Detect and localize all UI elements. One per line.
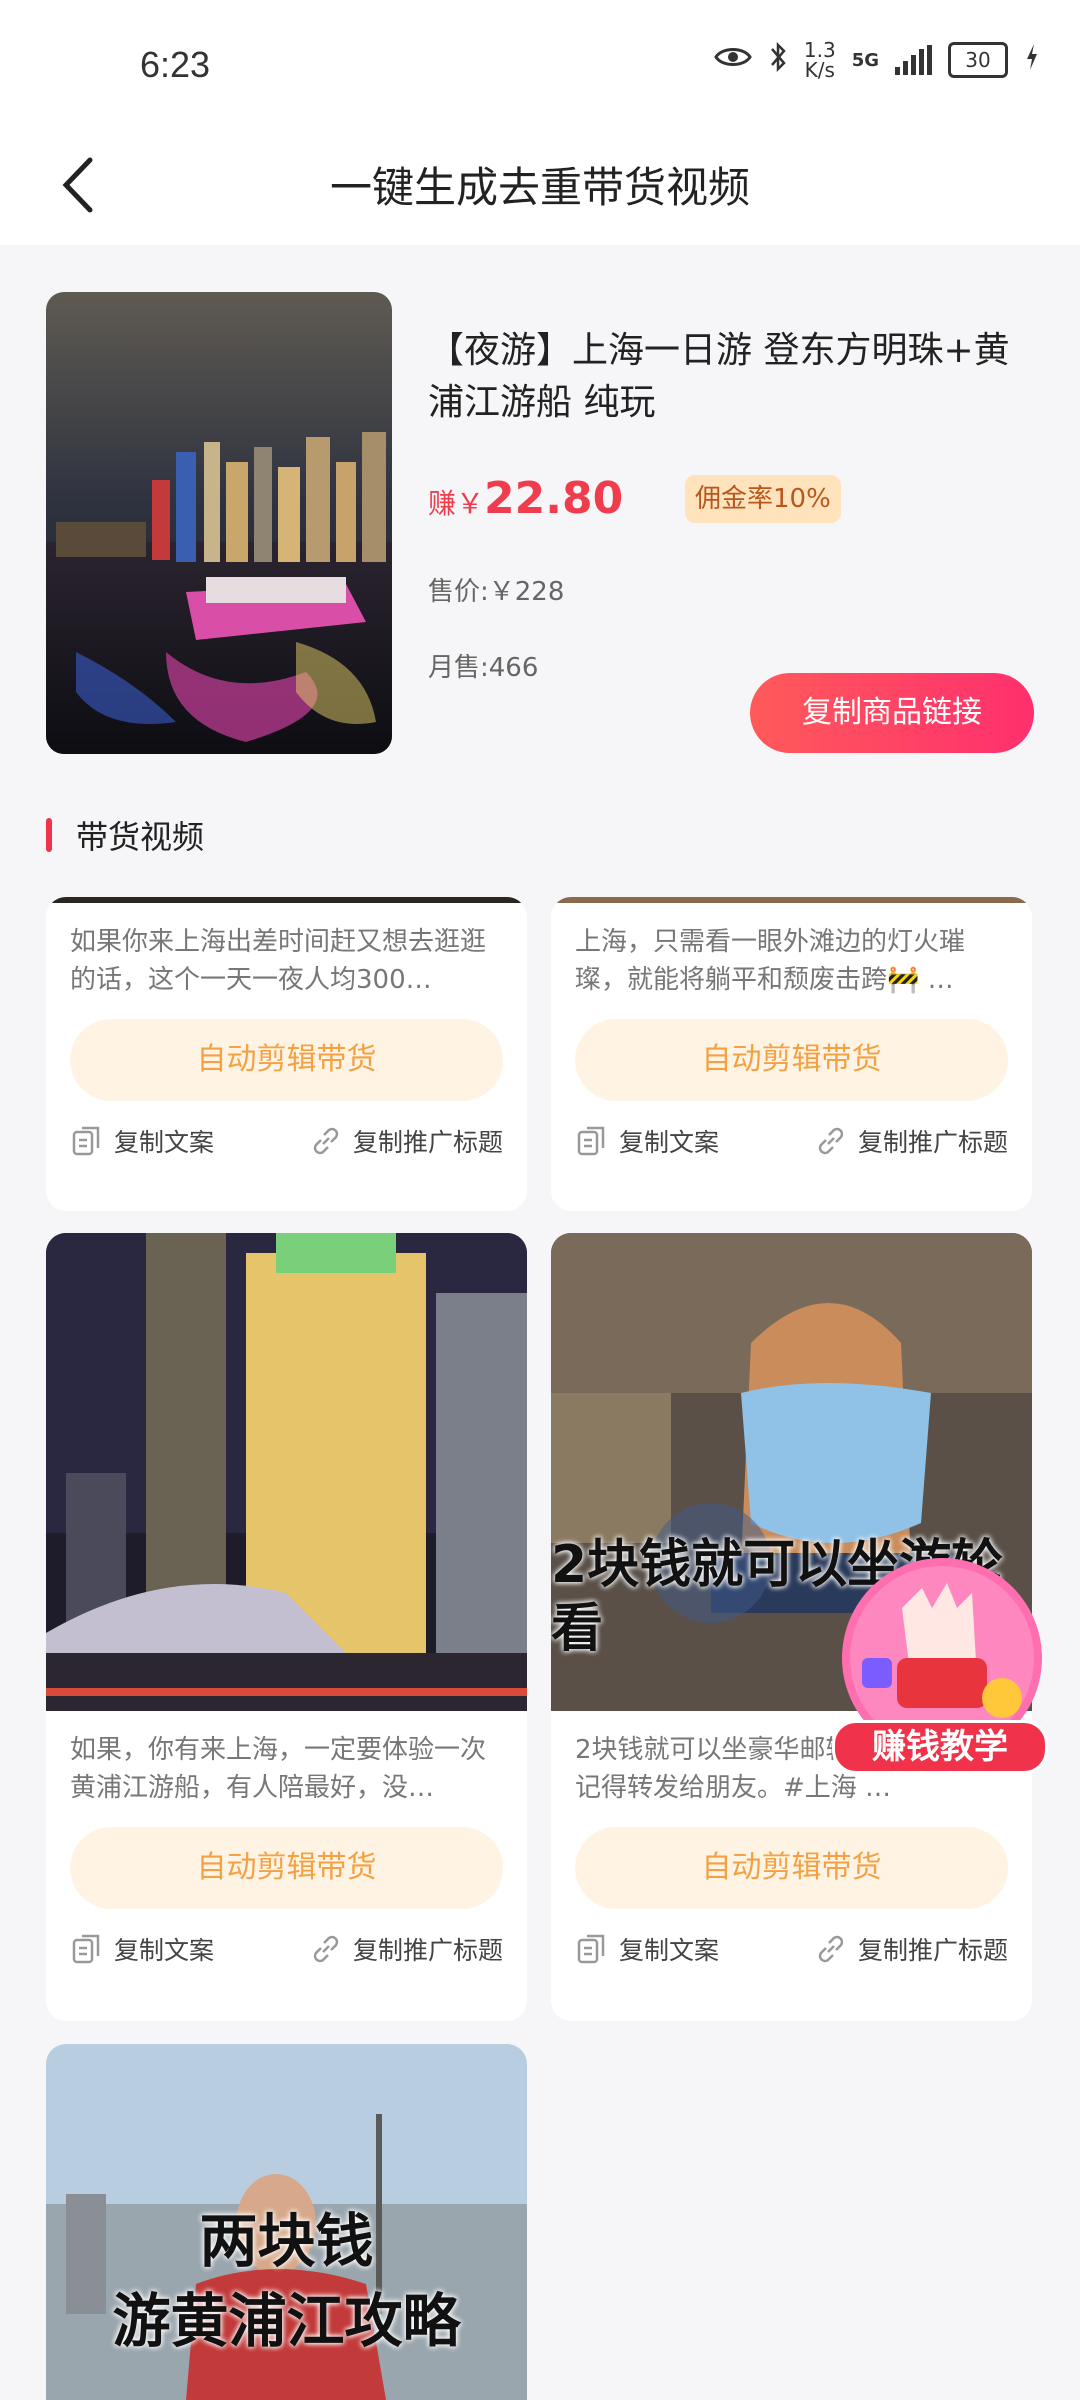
video-description: 如果你来上海出差时间赶又想去逛逛的话，这个一天一夜人均300… (70, 927, 487, 995)
video-card: 如果你来上海出差时间赶又想去逛逛的话，这个一天一夜人均300… 自动剪辑带货 复… (46, 897, 527, 1211)
copy-doc-icon (577, 1126, 605, 1156)
monthly-sales: 月售:466 (428, 653, 539, 683)
status-time: 6:23 (140, 44, 211, 85)
product-name: 【夜游】上海一日游 登东方明珠+黄浦江游船 纯玩 (428, 330, 1010, 423)
copy-title-button[interactable]: 复制推广标题 (309, 1123, 503, 1159)
video-overlay-text: 两块钱 (199, 2207, 374, 2275)
commission-badge: 佣金率10% (685, 475, 841, 523)
copy-product-link-button[interactable]: 复制商品链接 (750, 673, 1034, 753)
auto-edit-button[interactable]: 自动剪辑带货 (575, 1827, 1008, 1909)
copy-doc-icon (72, 1934, 100, 1964)
section-title: 带货视频 (76, 818, 205, 856)
link-icon (313, 1935, 339, 1963)
video-thumbnail[interactable] (46, 897, 527, 903)
auto-edit-button[interactable]: 自动剪辑带货 (575, 1019, 1008, 1101)
auto-edit-button[interactable]: 自动剪辑带货 (70, 1827, 503, 1909)
copy-doc-icon (72, 1126, 100, 1156)
copy-title-button[interactable]: 复制推广标题 (814, 1931, 1008, 1967)
system-icons: 1.3 K/s 5G 30 (714, 40, 1040, 80)
status-bar: 6:23 1.3 K/s 5G 30 (0, 0, 1080, 130)
app-header: 一键生成去重带货视频 (0, 130, 1080, 245)
copy-title-button[interactable]: 复制推广标题 (814, 1123, 1008, 1159)
video-thumbnail[interactable] (551, 897, 1032, 903)
earn-amount: 赚￥22.80 (428, 473, 624, 524)
charging-icon (1024, 42, 1040, 78)
video-card: 如果，你有来上海，一定要体验一次黄浦江游船，有人陪最好，没… 自动剪辑带货 复制… (46, 1233, 527, 2021)
battery-icon: 30 (948, 42, 1008, 78)
video-card: 两块钱 游黄浦江攻略 (46, 2044, 527, 2400)
section-accent-bar (46, 818, 52, 852)
eye-icon (714, 44, 752, 76)
section-header: 带货视频 (46, 812, 204, 858)
product-price: 售价:￥228 (428, 577, 565, 607)
copy-text-button[interactable]: 复制文案 (70, 1123, 214, 1159)
promo-label: 赚钱教学 (832, 1720, 1048, 1774)
copy-text-button[interactable]: 复制文案 (70, 1931, 214, 1967)
link-icon (818, 1127, 844, 1155)
auto-edit-button[interactable]: 自动剪辑带货 (70, 1019, 503, 1101)
product-image[interactable] (46, 292, 392, 754)
video-card: 上海，只需看一眼外滩边的灯火璀璨，就能将躺平和颓废击跨🚧 … 自动剪辑带货 复制… (551, 897, 1032, 1211)
video-description: 上海，只需看一眼外滩边的灯火璀璨，就能将躺平和颓废击跨🚧 … (575, 927, 966, 995)
bluetooth-icon (768, 41, 788, 79)
earn-money-tutorial-float[interactable]: 赚钱教学 (832, 1548, 1052, 1778)
product-card: 【夜游】上海一日游 登东方明珠+黄浦江游船 纯玩 赚￥22.80 佣金率10% … (0, 245, 1080, 785)
page-title: 一键生成去重带货视频 (329, 163, 750, 212)
copy-text-button[interactable]: 复制文案 (575, 1123, 719, 1159)
copy-title-button[interactable]: 复制推广标题 (309, 1931, 503, 1967)
copy-doc-icon (577, 1934, 605, 1964)
network-type: 5G (851, 49, 879, 71)
copy-text-button[interactable]: 复制文案 (575, 1931, 719, 1967)
video-thumbnail[interactable]: 两块钱 游黄浦江攻略 (46, 2044, 527, 2400)
link-icon (818, 1935, 844, 1963)
link-icon (313, 1127, 339, 1155)
signal-icon (895, 45, 932, 75)
video-thumbnail[interactable] (46, 1233, 527, 1711)
video-overlay-text: 游黄浦江攻略 (112, 2287, 461, 2355)
video-description: 如果，你有来上海，一定要体验一次黄浦江游船，有人陪最好，没… (70, 1735, 487, 1803)
network-speed: 1.3 K/s (803, 38, 836, 82)
